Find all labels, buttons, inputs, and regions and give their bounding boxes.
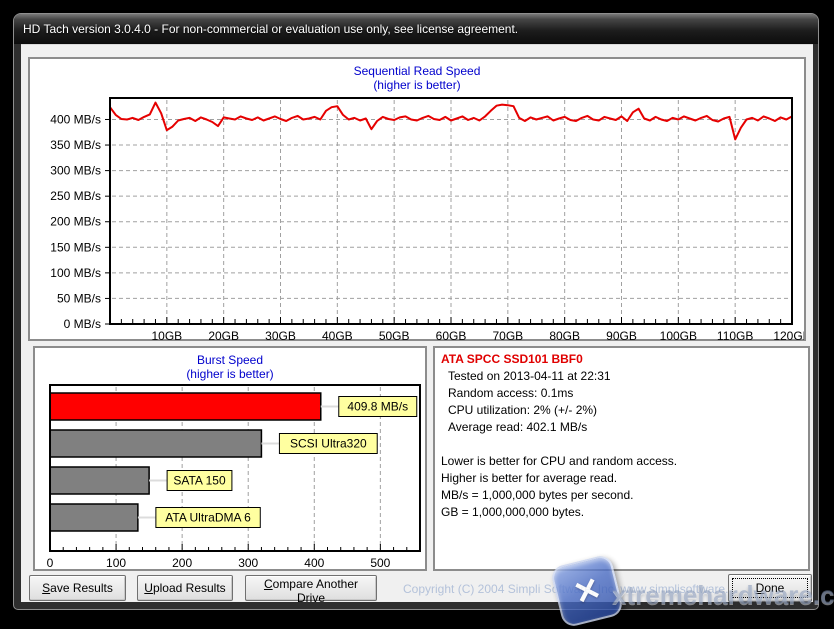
x-axis-label: 10GB: [151, 329, 182, 342]
x-axis-label: 70GB: [492, 329, 523, 342]
y-axis-label: 300 MB/s: [50, 164, 101, 178]
info-spacer: [441, 436, 802, 453]
burst-bar: [50, 467, 149, 494]
bar-label: SATA 150: [173, 474, 226, 488]
x-axis-label: 90GB: [606, 329, 637, 342]
x-axis-label: 120GB: [773, 329, 804, 342]
y-axis-label: 200 MB/s: [50, 215, 101, 229]
x-axis-label: 110GB: [717, 329, 753, 342]
note-mbs-definition: MB/s = 1,000,000 bytes per second.: [441, 487, 802, 504]
y-axis-label: 150 MB/s: [50, 240, 101, 254]
seq-chart-subtitle: (higher is better): [30, 78, 804, 92]
burst-chart-subtitle: (higher is better): [35, 367, 425, 381]
done-button[interactable]: Done: [728, 574, 812, 602]
upload-results-button[interactable]: Upload Results: [137, 575, 233, 601]
drive-info-panel: ATA SPCC SSD101 BBF0 Tested on 2013-04-1…: [433, 346, 810, 571]
client-area: Sequential Read Speed (higher is better)…: [21, 44, 813, 602]
y-axis-label: 100 MB/s: [50, 266, 101, 280]
x-axis-label: 60GB: [436, 329, 467, 342]
burst-x-label: 500: [370, 556, 390, 570]
bar-label: ATA UltraDMA 6: [165, 511, 251, 525]
x-axis-label: 40GB: [322, 329, 353, 342]
info-cpu-utilization: CPU utilization: 2% (+/- 2%): [441, 402, 802, 419]
burst-x-label: 0: [47, 556, 54, 570]
burst-chart-title: Burst Speed: [35, 353, 425, 367]
compare-another-drive-button[interactable]: Compare Another Drive: [245, 575, 377, 601]
drive-name: ATA SPCC SSD101 BBF0: [441, 351, 802, 368]
burst-x-label: 100: [106, 556, 126, 570]
info-average-read: Average read: 402.1 MB/s: [441, 419, 802, 436]
info-random-access: Random access: 0.1ms: [441, 385, 802, 402]
bar-label: 409.8 MB/s: [347, 400, 408, 414]
note-gb-definition: GB = 1,000,000,000 bytes.: [441, 504, 802, 521]
y-axis-label: 400 MB/s: [50, 112, 101, 126]
sequential-read-chart: 0 MB/s 50 MB/s 100 MB/s 150 MB/s 200 MB/s 250…: [30, 94, 804, 342]
burst-bar: [50, 504, 138, 531]
burst-x-label: 200: [172, 556, 192, 570]
burst-speed-chart: 409.8 MB/s SCSI Ultra320 SATA 150 ATA Ultra…: [35, 383, 425, 570]
y-axis-label: 350 MB/s: [50, 138, 101, 152]
hdtach-window: HD Tach version 3.0.4.0 - For non-commer…: [13, 13, 819, 610]
y-axis-label: 50 MB/s: [57, 291, 101, 305]
title-bar[interactable]: HD Tach version 3.0.4.0 - For non-commer…: [14, 14, 818, 44]
y-axis-label: 250 MB/s: [50, 189, 101, 203]
burst-bar: [50, 393, 321, 420]
note-lower-better: Lower is better for CPU and random acces…: [441, 453, 802, 470]
x-axis-label: 80GB: [549, 329, 580, 342]
sequential-read-panel: Sequential Read Speed (higher is better)…: [28, 57, 806, 341]
x-axis-label: 30GB: [265, 329, 296, 342]
x-axis-label: 50GB: [379, 329, 410, 342]
copyright-text: Copyright (C) 2004 Simpli Software, Inc.…: [403, 582, 723, 596]
note-higher-better: Higher is better for average read.: [441, 470, 802, 487]
x-axis-label: 100GB: [660, 329, 697, 342]
burst-speed-panel: Burst Speed (higher is better) 409.8 MB/…: [33, 346, 427, 571]
y-axis-label: 0 MB/s: [64, 317, 101, 331]
burst-bar: [50, 430, 261, 457]
window-title: HD Tach version 3.0.4.0 - For non-commer…: [23, 22, 518, 36]
burst-x-label: 400: [304, 556, 324, 570]
info-tested-on: Tested on 2013-04-11 at 22:31: [441, 368, 802, 385]
x-axis-label: 20GB: [208, 329, 239, 342]
burst-x-label: 300: [238, 556, 258, 570]
save-results-button[interactable]: Save Results: [29, 575, 126, 601]
seq-chart-title: Sequential Read Speed: [30, 64, 804, 78]
bar-label: SCSI Ultra320: [290, 437, 367, 451]
